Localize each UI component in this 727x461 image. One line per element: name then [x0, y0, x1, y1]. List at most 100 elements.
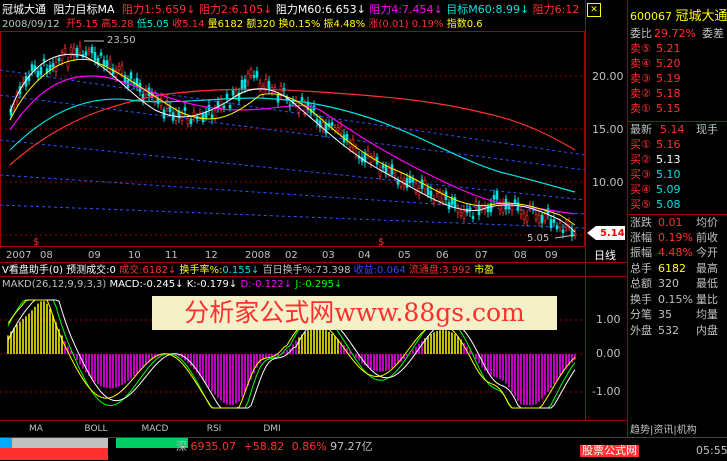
current-hand-label: 现手 — [696, 122, 718, 137]
tab-ma[interactable]: MA — [14, 423, 58, 435]
buy-label: 买① — [630, 137, 651, 152]
candle-body — [106, 61, 108, 66]
buy-price: 5.08 — [656, 197, 681, 212]
kline-frame — [1, 32, 585, 247]
latest-label: 最新 — [630, 122, 652, 137]
tab-rsi[interactable]: RSI — [190, 423, 238, 435]
stat-value: 0.01 — [658, 215, 683, 230]
buy-label: 买⑤ — [630, 197, 651, 212]
tab-macd[interactable]: MACD — [130, 423, 180, 435]
month-label: 11 — [165, 250, 178, 261]
candle-body — [262, 86, 264, 94]
candle-body — [535, 214, 537, 219]
status-strip-gray — [12, 438, 108, 448]
buy-price: 5.13 — [656, 152, 681, 167]
tab-boll[interactable]: BOLL — [72, 423, 120, 435]
stat-right-label: 量比 — [696, 292, 718, 307]
buy-label: 买④ — [630, 182, 651, 197]
latest-row: 最新 5.14 现手 — [628, 121, 727, 137]
buy-order-row[interactable]: 买③5.10 — [628, 167, 727, 182]
stat-right-label: 最高 — [696, 261, 718, 276]
sell-order-row[interactable]: 卖④5.20 — [628, 56, 727, 71]
sell-order-row[interactable]: 卖①5.15 — [628, 101, 727, 116]
status-indicator-1 — [0, 438, 12, 448]
quote-stat-row: 分笔35均量 — [628, 307, 727, 322]
candle-body — [421, 180, 423, 189]
candle-body — [433, 201, 435, 203]
buy-label: 买② — [630, 152, 651, 167]
ind1-hs: 0.155 — [222, 265, 251, 276]
candle-body — [94, 52, 96, 60]
stat-value: 4.48% — [658, 245, 693, 260]
macd-label: MACD: — [110, 279, 143, 290]
ind1-pe: 市盈 — [474, 265, 494, 276]
candle-body — [169, 107, 171, 112]
candle-body — [382, 165, 384, 168]
buy-order-row[interactable]: 买⑤ 5.08 — [628, 197, 727, 212]
sell-order-row[interactable]: 卖⑤ 5.21 — [628, 41, 727, 56]
candle-body — [40, 67, 42, 74]
sell-order-row[interactable]: 卖②5.18 — [628, 86, 727, 101]
month-label: 03 — [322, 250, 335, 261]
stock-terminal: 冠城大通 阻力目标MA 阻力1:5.659↓ 阻力2:6.105↓ 阻力M60:… — [0, 0, 727, 460]
ind2-title: MAKD(26,12,9,9,3,3) — [2, 279, 106, 290]
ind1-sy: 0.064 — [377, 265, 406, 276]
candle-body — [508, 206, 510, 209]
candle-body — [538, 215, 540, 223]
sell-order-row[interactable]: 卖③5.19 — [628, 71, 727, 86]
buy-order-row[interactable]: 买④5.09 — [628, 182, 727, 197]
weibi-label: 委比 — [630, 26, 652, 41]
month-label: 10 — [128, 250, 141, 261]
candle-body — [391, 165, 393, 175]
candle-body — [544, 214, 546, 220]
quote-stat-row: 换手0.15%量比 — [628, 292, 727, 307]
ind1-header: V看盘助手(0) 预测成交:0 成交:6182↓ 换手率%:0.155↓ 百日换… — [2, 265, 494, 276]
market-delta: +58.82 — [244, 440, 285, 453]
candle-body — [88, 50, 90, 52]
buy-order-row[interactable]: 买② 5.13 — [628, 152, 727, 167]
month-label: 12 — [205, 250, 218, 261]
candle-body — [406, 178, 408, 187]
stat-right-label: 今开 — [696, 245, 718, 260]
clock: 05:55 — [696, 445, 727, 457]
last-price-label: 5.14 — [600, 228, 625, 239]
stat-label: 振幅 — [630, 245, 652, 260]
tab-dmi[interactable]: DMI — [248, 423, 296, 435]
candle-body — [526, 216, 528, 221]
candle-body — [394, 173, 396, 176]
stat-label: 总手 — [630, 261, 652, 276]
candle-body — [43, 59, 45, 61]
candle-body — [64, 48, 66, 53]
period-label[interactable]: 日线 — [594, 250, 616, 262]
sell-label: 卖⑤ — [630, 41, 651, 56]
stat-value: 6182 — [658, 261, 686, 276]
quote-weibi-row: 委比 29.72% 委差 — [628, 26, 727, 41]
candle-body — [511, 207, 513, 211]
trough-label: 5.05 — [527, 233, 549, 244]
market-pct: 0.86% — [292, 440, 327, 453]
candle-body — [331, 123, 333, 126]
month-label: 02 — [285, 250, 298, 261]
candle-body — [100, 53, 102, 56]
stat-label: 总额 — [630, 276, 652, 291]
signal-marker-1: $ — [33, 237, 39, 248]
buy-order-row[interactable]: 买①5.16 — [628, 137, 727, 152]
market-name: 深 — [176, 440, 187, 453]
status-strip-red — [0, 448, 108, 460]
candle-body — [232, 91, 234, 96]
candle-body — [349, 144, 351, 148]
candle-body — [205, 112, 207, 118]
candle-body — [241, 80, 243, 88]
candle-body — [229, 105, 231, 108]
candle-body — [58, 59, 60, 61]
candle-body — [214, 110, 216, 118]
sell-price: 5.19 — [656, 71, 681, 86]
quote-stat-row: 总手 6182 最高 — [628, 261, 727, 276]
candle-body — [52, 64, 54, 67]
month-label: 2007 — [6, 250, 31, 261]
quote-bottom-tabs[interactable]: 趋势|资讯|机构 — [630, 425, 697, 436]
k-label: K: — [187, 279, 197, 290]
brand-badge: 股票公式网 — [580, 445, 639, 457]
month-label: 07 — [475, 250, 488, 261]
sell-price: 5.21 — [656, 41, 681, 56]
